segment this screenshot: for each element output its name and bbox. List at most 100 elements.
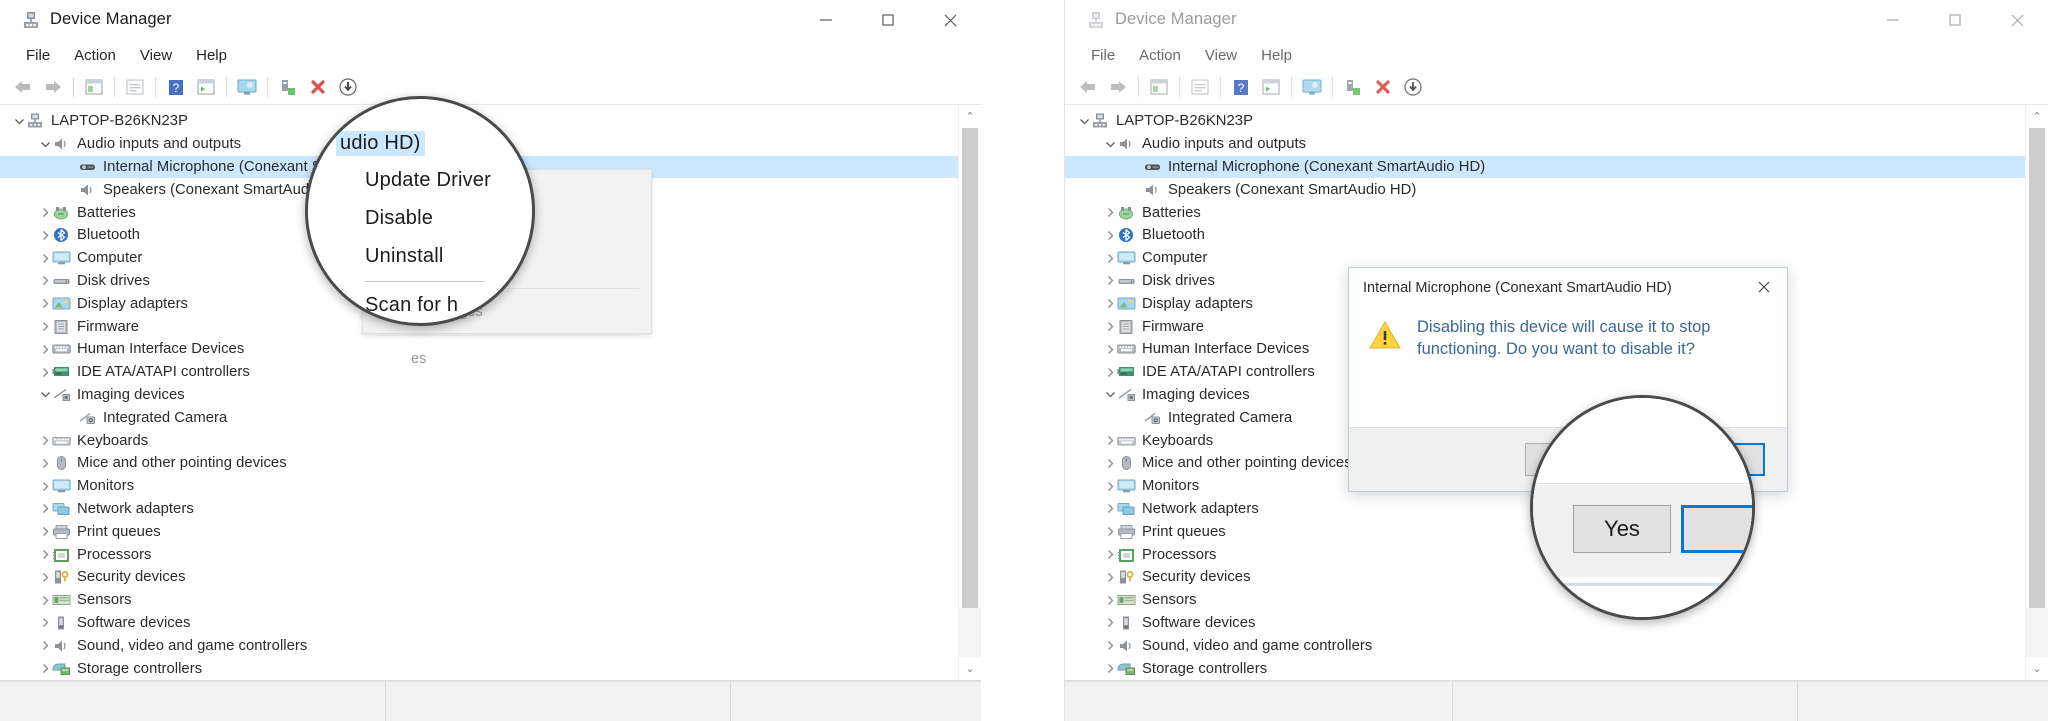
chevron-right-icon[interactable]: [1103, 616, 1117, 630]
scroll-up-button[interactable]: ⌃: [2026, 105, 2048, 128]
chevron-down-icon[interactable]: [1103, 388, 1117, 402]
chevron-right-icon[interactable]: [1103, 479, 1117, 493]
tree-scrollbar-left[interactable]: ⌃ ⌄: [958, 105, 981, 680]
scrollbar-thumb[interactable]: [2029, 128, 2045, 608]
chevron-right-icon[interactable]: [38, 320, 52, 334]
chevron-right-icon[interactable]: [1103, 365, 1117, 379]
chevron-right-icon[interactable]: [38, 342, 52, 356]
chevron-right-icon[interactable]: [1103, 639, 1117, 653]
chevron-right-icon[interactable]: [1103, 548, 1117, 562]
chevron-right-icon[interactable]: [38, 593, 52, 607]
tree-item[interactable]: Keyboards: [0, 429, 958, 452]
tree-item[interactable]: Storage controllers: [0, 657, 958, 680]
tree-item[interactable]: Sensors: [0, 589, 958, 612]
chevron-right-icon[interactable]: [38, 456, 52, 470]
help-icon[interactable]: ?: [161, 73, 191, 101]
properties-icon[interactable]: [1185, 73, 1215, 101]
scrollbar-thumb[interactable]: [962, 128, 978, 608]
chevron-right-icon[interactable]: [38, 662, 52, 676]
menu-help[interactable]: Help: [184, 45, 239, 66]
chevron-right-icon[interactable]: [38, 274, 52, 288]
maximize-button[interactable]: [1924, 0, 1986, 40]
menu-file[interactable]: File: [14, 45, 62, 66]
chevron-right-icon[interactable]: [1103, 297, 1117, 311]
menu-action[interactable]: Action: [1127, 45, 1193, 66]
display-icon[interactable]: [1297, 73, 1327, 101]
tree-item[interactable]: Security devices: [0, 566, 958, 589]
tree-item[interactable]: Bluetooth: [1065, 224, 2025, 247]
tree-item[interactable]: Integrated Camera: [0, 406, 958, 429]
maximize-button[interactable]: [857, 0, 919, 40]
menu-file[interactable]: File: [1079, 45, 1127, 66]
chevron-right-icon[interactable]: [38, 502, 52, 516]
scan-icon[interactable]: [191, 73, 221, 101]
tree-item[interactable]: LAPTOP-B26KN23P: [1065, 110, 2025, 133]
menu-help[interactable]: Help: [1249, 45, 1304, 66]
tree-item[interactable]: Batteries: [1065, 201, 2025, 224]
tree-item[interactable]: Internal Microphone (Conexant SmartAudio…: [1065, 155, 2025, 179]
chevron-right-icon[interactable]: [38, 251, 52, 265]
chevron-right-icon[interactable]: [1103, 525, 1117, 539]
help-icon[interactable]: ?: [1226, 73, 1256, 101]
chevron-right-icon[interactable]: [1103, 320, 1117, 334]
tree-item[interactable]: Audio inputs and outputs: [1065, 133, 2025, 156]
chevron-right-icon[interactable]: [38, 297, 52, 311]
chevron-right-icon[interactable]: [38, 639, 52, 653]
chevron-right-icon[interactable]: [38, 479, 52, 493]
scroll-down-button[interactable]: ⌄: [2026, 657, 2048, 680]
close-button[interactable]: [919, 0, 981, 40]
magnified-item-disable[interactable]: Disable: [365, 199, 491, 237]
magnified-yes-button[interactable]: Yes: [1573, 505, 1671, 553]
context-menu-item-properties[interactable]: es: [363, 340, 651, 378]
tree-scrollbar-right[interactable]: ⌃ ⌄: [2025, 105, 2048, 680]
chevron-right-icon[interactable]: [38, 434, 52, 448]
uninstall-icon[interactable]: [1368, 73, 1398, 101]
minimize-button[interactable]: [795, 0, 857, 40]
tree-item[interactable]: Network adapters: [0, 498, 958, 521]
update-driver-icon[interactable]: [273, 73, 303, 101]
scrollbar-track[interactable]: [959, 608, 981, 657]
scrollbar-track[interactable]: [2026, 608, 2048, 657]
tree-item[interactable]: Sound, video and game controllers: [1065, 634, 2025, 657]
chevron-right-icon[interactable]: [38, 616, 52, 630]
scan-icon[interactable]: [1256, 73, 1286, 101]
chevron-right-icon[interactable]: [1103, 434, 1117, 448]
disable-icon[interactable]: [333, 73, 363, 101]
back-arrow-icon[interactable]: [8, 73, 38, 101]
show-hidden-icon[interactable]: [1144, 73, 1174, 101]
forward-arrow-icon[interactable]: [38, 73, 68, 101]
chevron-right-icon[interactable]: [1103, 251, 1117, 265]
uninstall-icon[interactable]: [303, 73, 333, 101]
chevron-down-icon[interactable]: [38, 388, 52, 402]
tree-item[interactable]: Imaging devices: [0, 384, 958, 407]
chevron-right-icon[interactable]: [1103, 342, 1117, 356]
tree-item[interactable]: Print queues: [0, 520, 958, 543]
chevron-right-icon[interactable]: [38, 525, 52, 539]
tree-item[interactable]: Software devices: [0, 612, 958, 635]
menu-action[interactable]: Action: [62, 45, 128, 66]
chevron-down-icon[interactable]: [38, 137, 52, 151]
chevron-right-icon[interactable]: [38, 365, 52, 379]
chevron-right-icon[interactable]: [38, 228, 52, 242]
chevron-right-icon[interactable]: [38, 206, 52, 220]
chevron-right-icon[interactable]: [1103, 570, 1117, 584]
close-button[interactable]: [1986, 0, 2048, 40]
update-driver-icon[interactable]: [1338, 73, 1368, 101]
chevron-right-icon[interactable]: [1103, 502, 1117, 516]
tree-item[interactable]: Mice and other pointing devices: [0, 452, 958, 475]
scroll-down-button[interactable]: ⌄: [959, 657, 981, 680]
minimize-button[interactable]: [1862, 0, 1924, 40]
tree-item[interactable]: Processors: [0, 543, 958, 566]
properties-icon[interactable]: [120, 73, 150, 101]
magnified-item-scan[interactable]: Scan for h: [365, 286, 491, 323]
back-arrow-icon[interactable]: [1073, 73, 1103, 101]
dialog-close-icon[interactable]: [1745, 270, 1783, 304]
chevron-down-icon[interactable]: [1077, 114, 1091, 128]
chevron-right-icon[interactable]: [38, 570, 52, 584]
magnified-no-button[interactable]: [1681, 505, 1752, 553]
tree-item[interactable]: Storage controllers: [1065, 657, 2025, 680]
chevron-right-icon[interactable]: [1103, 206, 1117, 220]
magnified-item-uninstall[interactable]: Uninstall: [365, 237, 491, 275]
magnified-item-update-driver[interactable]: Update Driver: [365, 161, 491, 199]
scroll-up-button[interactable]: ⌃: [959, 105, 981, 128]
